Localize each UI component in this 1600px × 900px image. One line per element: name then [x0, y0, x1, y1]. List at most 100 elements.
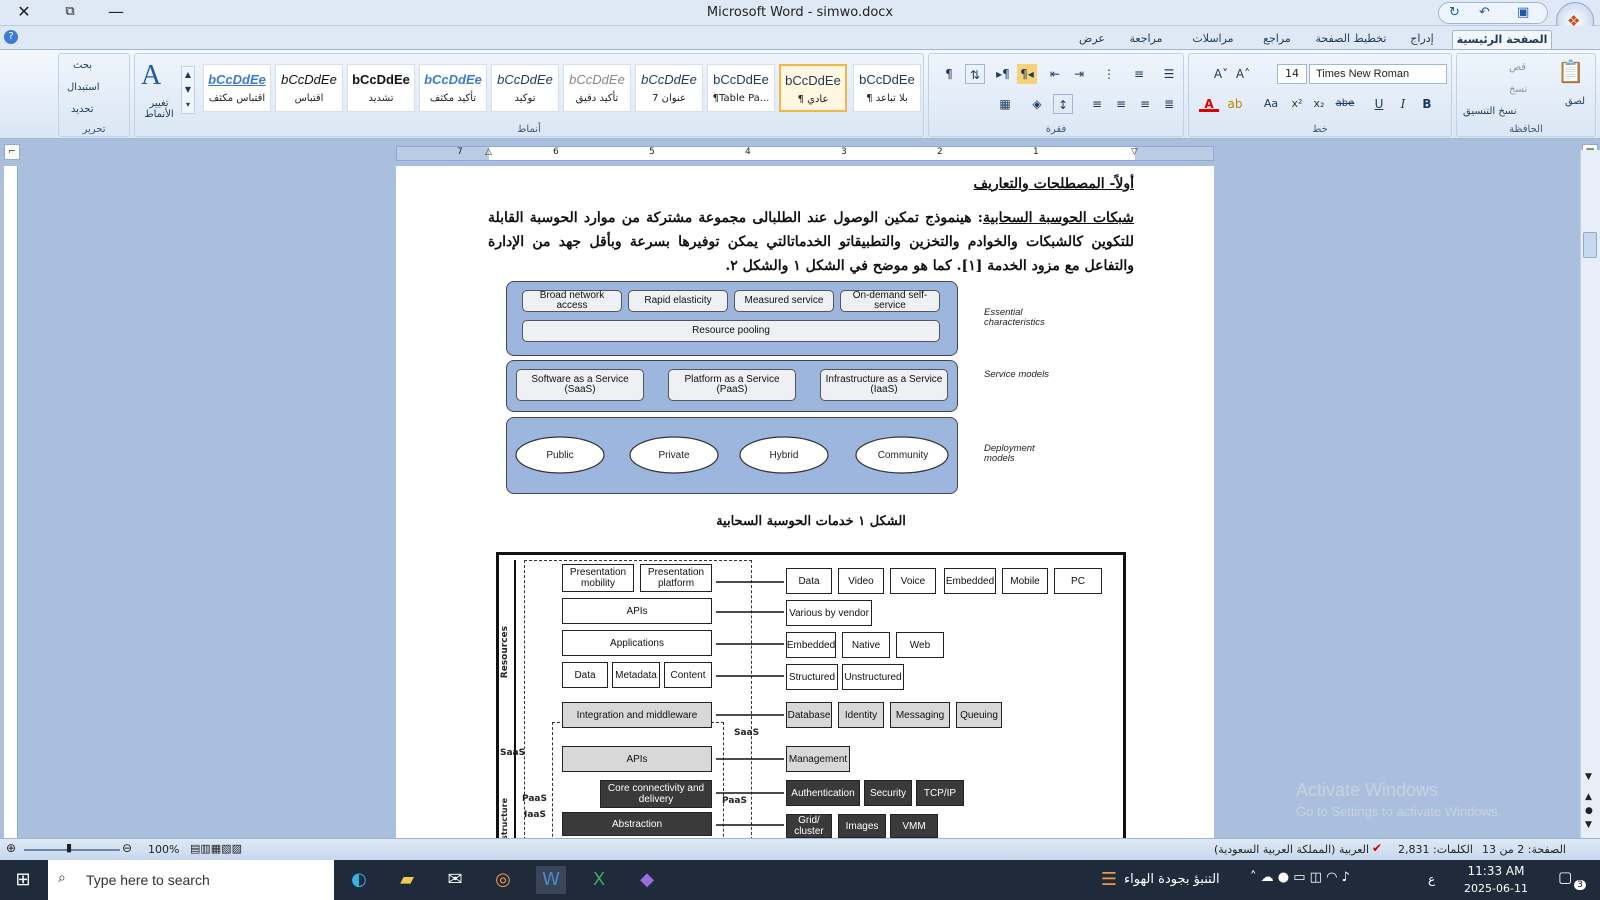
zoom-in-icon[interactable]: ⊕ — [6, 841, 16, 855]
browse-object-icon[interactable]: ● — [1585, 806, 1593, 816]
paste-button[interactable]: لصق — [1565, 96, 1585, 107]
page-count[interactable]: الصفحة: 2 من 13 — [1482, 843, 1566, 856]
tab-selector-icon[interactable]: ⌐ — [4, 144, 20, 160]
copy-button[interactable]: نسخ — [1509, 84, 1527, 95]
sort-icon[interactable]: ⇅ — [965, 64, 985, 84]
align-justify-icon[interactable]: ≣ — [1159, 94, 1179, 114]
multilevel-list-icon[interactable]: ⋮ — [1099, 64, 1119, 84]
font-color-icon[interactable]: A — [1199, 94, 1219, 112]
style-table-paragraph[interactable]: bCcDdEe ¶Table Pa... — [707, 64, 775, 112]
font-size-box[interactable]: 14 — [1277, 64, 1307, 84]
tab-insert[interactable]: إدراج — [1400, 30, 1444, 50]
proofing-icon[interactable]: ✔ — [1372, 841, 1382, 855]
style-intense-emphasis[interactable]: bCcDdEe تأكيد مكثف — [419, 64, 487, 112]
document-page[interactable]: أولاً- المصطلحات والتعاريف شبكات الحوسبة… — [396, 166, 1214, 838]
weather-icon[interactable]: ☰ — [1094, 866, 1124, 894]
cut-button[interactable]: قص — [1509, 62, 1526, 73]
styles-scroll-icon[interactable]: ▲ ▼ ▾ — [181, 66, 195, 114]
show-marks-icon[interactable]: ¶ — [939, 64, 959, 84]
replace-button[interactable]: استبدال — [67, 82, 100, 93]
redo-icon[interactable]: ↻ — [1449, 5, 1460, 20]
input-language[interactable]: ع — [1428, 872, 1435, 886]
highlight-icon[interactable]: ab — [1225, 94, 1245, 114]
right-indent-marker-icon[interactable]: ▽ — [1131, 147, 1138, 157]
tab-home[interactable]: الصفحة الرئيسية — [1452, 30, 1552, 50]
bold-icon[interactable]: B — [1417, 94, 1437, 114]
view-buttons-icon[interactable]: ▤▥▦▧▨ — [190, 842, 242, 855]
tab-references[interactable]: مراجع — [1252, 30, 1302, 50]
borders-icon[interactable]: ▦ — [995, 94, 1015, 114]
fig2-box: Metadata — [612, 662, 660, 688]
windows-start-icon[interactable]: ⊞ — [8, 866, 38, 894]
system-tray-icons[interactable]: ˄ ☁ ● ▭ ◫ ◠ ♪ — [1250, 870, 1350, 885]
weather-text[interactable]: التنبؤ بجودة الهواء — [1124, 872, 1220, 887]
vertical-ruler[interactable] — [4, 166, 18, 838]
help-icon[interactable]: ? — [4, 30, 18, 44]
style-no-spacing[interactable]: bCcDdEe ¶ بلا تباعد — [853, 64, 921, 112]
subscript-icon[interactable]: x₂ — [1309, 94, 1329, 114]
change-styles-icon[interactable]: A — [141, 60, 161, 92]
style-heading-7[interactable]: bCcDdEe عنوان 7 — [635, 64, 703, 112]
notification-icon[interactable]: ▢ — [1558, 868, 1572, 886]
align-left-icon[interactable]: ≡ — [1087, 94, 1107, 114]
next-page-icon[interactable]: ▼ — [1585, 820, 1592, 830]
outdent-icon[interactable]: ⇤ — [1045, 64, 1065, 84]
clock-date[interactable]: 2025-06-11 — [1458, 882, 1534, 895]
shading-icon[interactable]: ◈ — [1027, 94, 1047, 114]
scroll-down-icon[interactable]: ▼ — [1585, 772, 1592, 782]
app-icon[interactable]: ◎ — [488, 866, 518, 894]
underline-icon[interactable]: U — [1369, 94, 1389, 114]
bullets-icon[interactable]: ☰ — [1159, 64, 1179, 84]
format-painter-button[interactable]: نسخ التنسيق — [1463, 106, 1516, 117]
align-right-icon[interactable]: ≡ — [1135, 94, 1155, 114]
undo-icon[interactable]: ↶ — [1479, 5, 1490, 20]
style-subtle-emphasis[interactable]: bCcDdEe تأكيد دقيق — [563, 64, 631, 112]
mail-icon[interactable]: ✉ — [440, 866, 470, 894]
style-normal[interactable]: bCcDdEe ¶ عادي — [779, 64, 847, 112]
word-icon[interactable]: W — [536, 866, 566, 894]
style-intense-quote[interactable]: bCcDdEe اقتباس مكثف — [203, 64, 271, 112]
fig1-box: Measured service — [734, 290, 834, 312]
select-button[interactable]: تحديد — [71, 104, 94, 115]
style-quote[interactable]: bCcDdEe اقتباس — [275, 64, 343, 112]
indent-icon[interactable]: ⇥ — [1069, 64, 1089, 84]
language-status[interactable]: العربية (المملكة العربية السعودية) — [1214, 843, 1369, 856]
zoom-out-icon[interactable]: ⊖ — [122, 841, 132, 855]
tab-view[interactable]: عرض — [1070, 30, 1114, 50]
font-name-box[interactable]: Times New Roman — [1309, 64, 1447, 84]
zoom-level[interactable]: 100% — [148, 843, 179, 856]
vertical-scrollbar[interactable]: ▼ ▲ ● ▼ — [1580, 150, 1600, 840]
paste-icon[interactable]: 📋 — [1557, 60, 1584, 85]
superscript-icon[interactable]: x² — [1287, 94, 1307, 114]
rtl-icon[interactable]: ¶◂ — [1017, 64, 1037, 84]
italic-icon[interactable]: I — [1393, 94, 1413, 114]
edge-icon[interactable]: ◐ — [344, 866, 374, 894]
find-button[interactable]: بحث — [73, 60, 92, 71]
strikethrough-icon[interactable]: abe — [1335, 94, 1355, 114]
zoom-thumb-icon[interactable]: ▮ — [66, 841, 72, 854]
line-spacing-icon[interactable]: ↕ — [1053, 94, 1073, 114]
style-strong[interactable]: bCcDdEe تشديد — [347, 64, 415, 112]
align-center-icon[interactable]: ≡ — [1111, 94, 1131, 114]
paint-icon[interactable]: ◆ — [632, 866, 662, 894]
taskbar-search[interactable]: ⌕ Type here to search — [48, 860, 334, 900]
horizontal-ruler[interactable]: 7 6 5 4 3 2 1 △ ▽ — [396, 146, 1214, 161]
tab-mailings[interactable]: مراسلات — [1180, 30, 1246, 50]
change-styles-button[interactable]: تغيير الأنماط — [139, 98, 179, 120]
tab-review[interactable]: مراجعة — [1118, 30, 1174, 50]
word-count[interactable]: الكلمات: 2,831 — [1398, 843, 1473, 856]
previous-page-icon[interactable]: ▲ — [1585, 792, 1592, 802]
shrink-font-icon[interactable]: A˅ — [1211, 64, 1231, 84]
excel-icon[interactable]: X — [584, 866, 614, 894]
save-icon[interactable]: ▣ — [1517, 5, 1529, 20]
style-emphasis[interactable]: bCcDdEe توكيد — [491, 64, 559, 112]
ltr-icon[interactable]: ▸¶ — [993, 64, 1013, 84]
left-indent-marker-icon[interactable]: △ — [485, 147, 492, 157]
numbering-icon[interactable]: ≡ — [1129, 64, 1149, 84]
tab-page-layout[interactable]: تخطيط الصفحة — [1306, 30, 1396, 50]
clock-time[interactable]: 11:33 AM — [1460, 864, 1532, 878]
scroll-thumb[interactable] — [1583, 232, 1597, 258]
grow-font-icon[interactable]: A˄ — [1233, 64, 1253, 84]
file-explorer-icon[interactable]: ▰ — [392, 866, 422, 894]
change-case-icon[interactable]: Aa — [1261, 94, 1281, 114]
